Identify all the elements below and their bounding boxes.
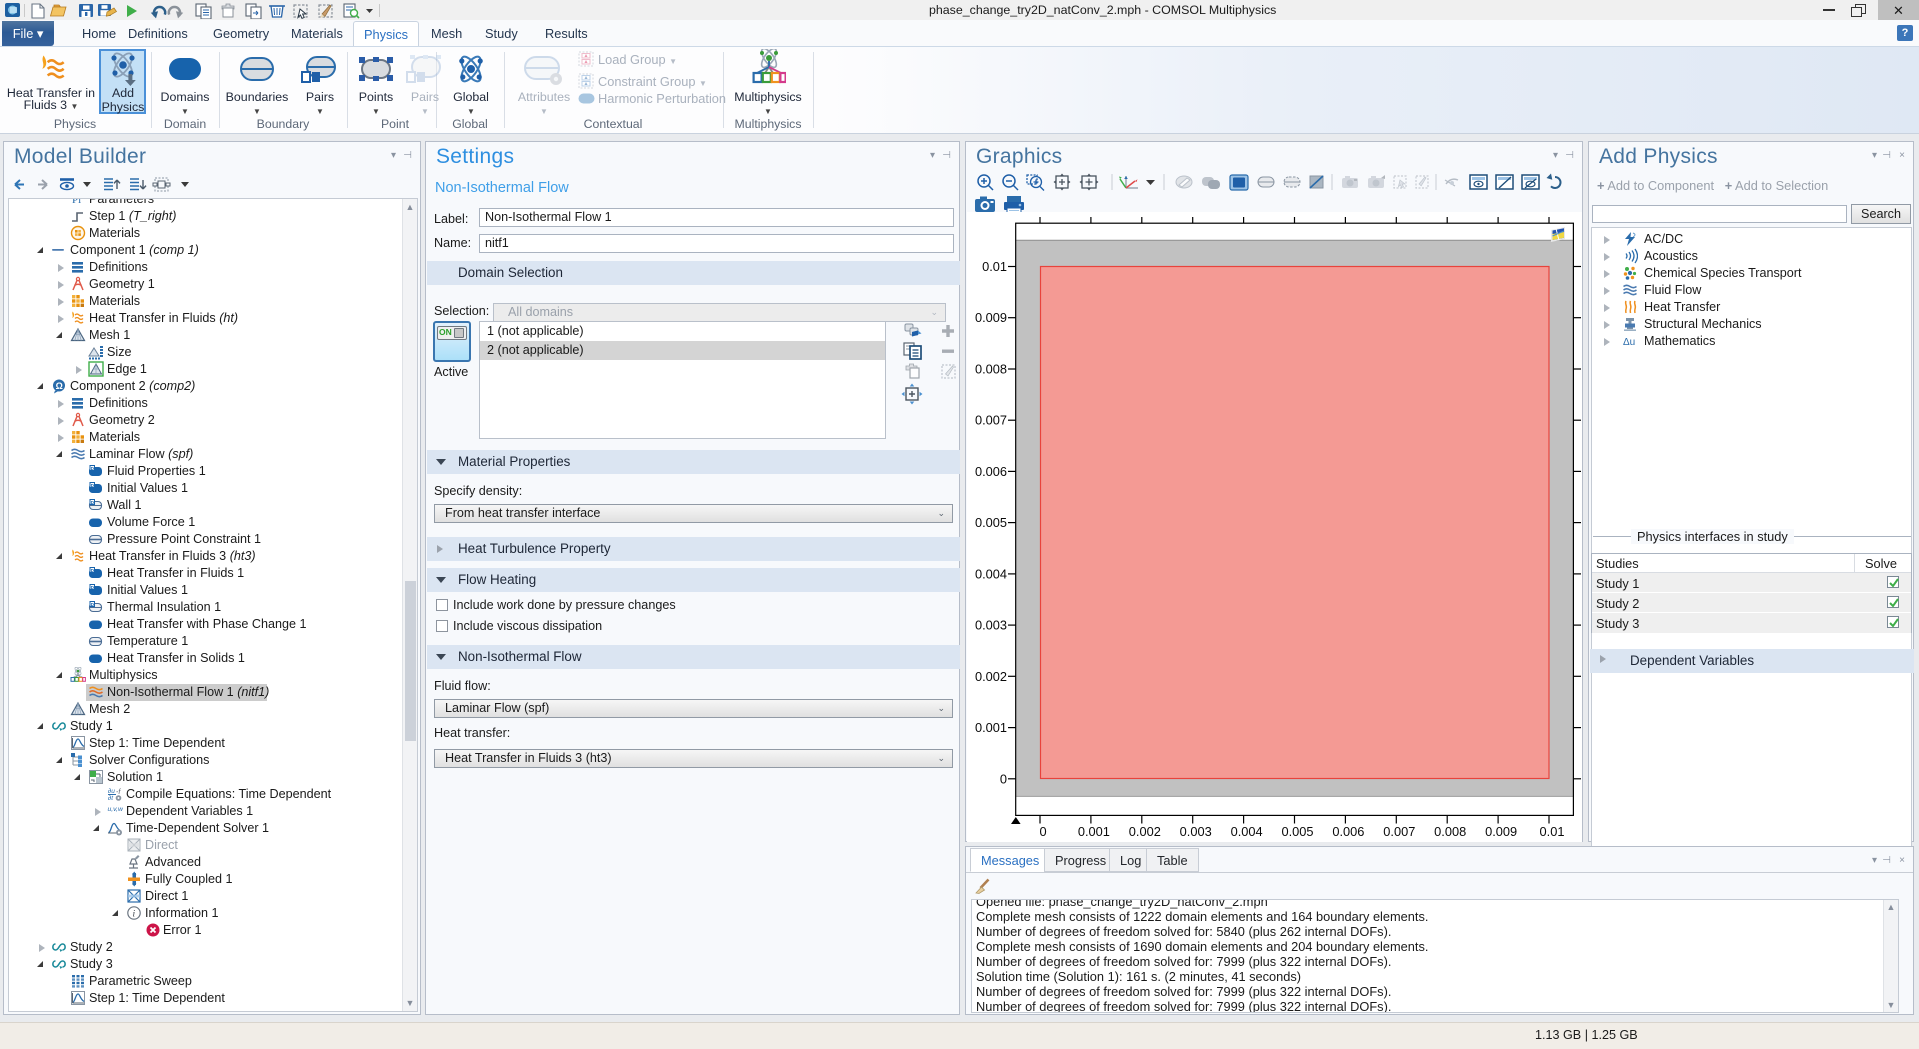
- svg-text:0.006: 0.006: [975, 464, 1007, 479]
- svg-text:0.002: 0.002: [1129, 824, 1161, 839]
- svg-text:0.001: 0.001: [1078, 824, 1110, 839]
- svg-text:0.007: 0.007: [975, 413, 1007, 428]
- svg-text:0.009: 0.009: [1485, 824, 1517, 839]
- svg-text:0.01: 0.01: [982, 259, 1007, 274]
- svg-text:0: 0: [1039, 824, 1046, 839]
- svg-text:0.002: 0.002: [975, 669, 1007, 684]
- svg-text:0.008: 0.008: [1434, 824, 1466, 839]
- svg-text:0.004: 0.004: [1231, 824, 1263, 839]
- svg-text:0.005: 0.005: [975, 515, 1007, 530]
- svg-text:0.003: 0.003: [1180, 824, 1212, 839]
- svg-text:0.003: 0.003: [975, 618, 1007, 633]
- svg-text:0.007: 0.007: [1383, 824, 1415, 839]
- svg-text:0.006: 0.006: [1332, 824, 1364, 839]
- svg-text:0.005: 0.005: [1281, 824, 1313, 839]
- svg-text:0.01: 0.01: [1540, 824, 1565, 839]
- svg-text:0.001: 0.001: [975, 720, 1007, 735]
- svg-text:0.004: 0.004: [975, 566, 1007, 581]
- svg-text:0.009: 0.009: [975, 310, 1007, 325]
- svg-text:0.008: 0.008: [975, 362, 1007, 377]
- svg-text:0: 0: [1000, 771, 1007, 786]
